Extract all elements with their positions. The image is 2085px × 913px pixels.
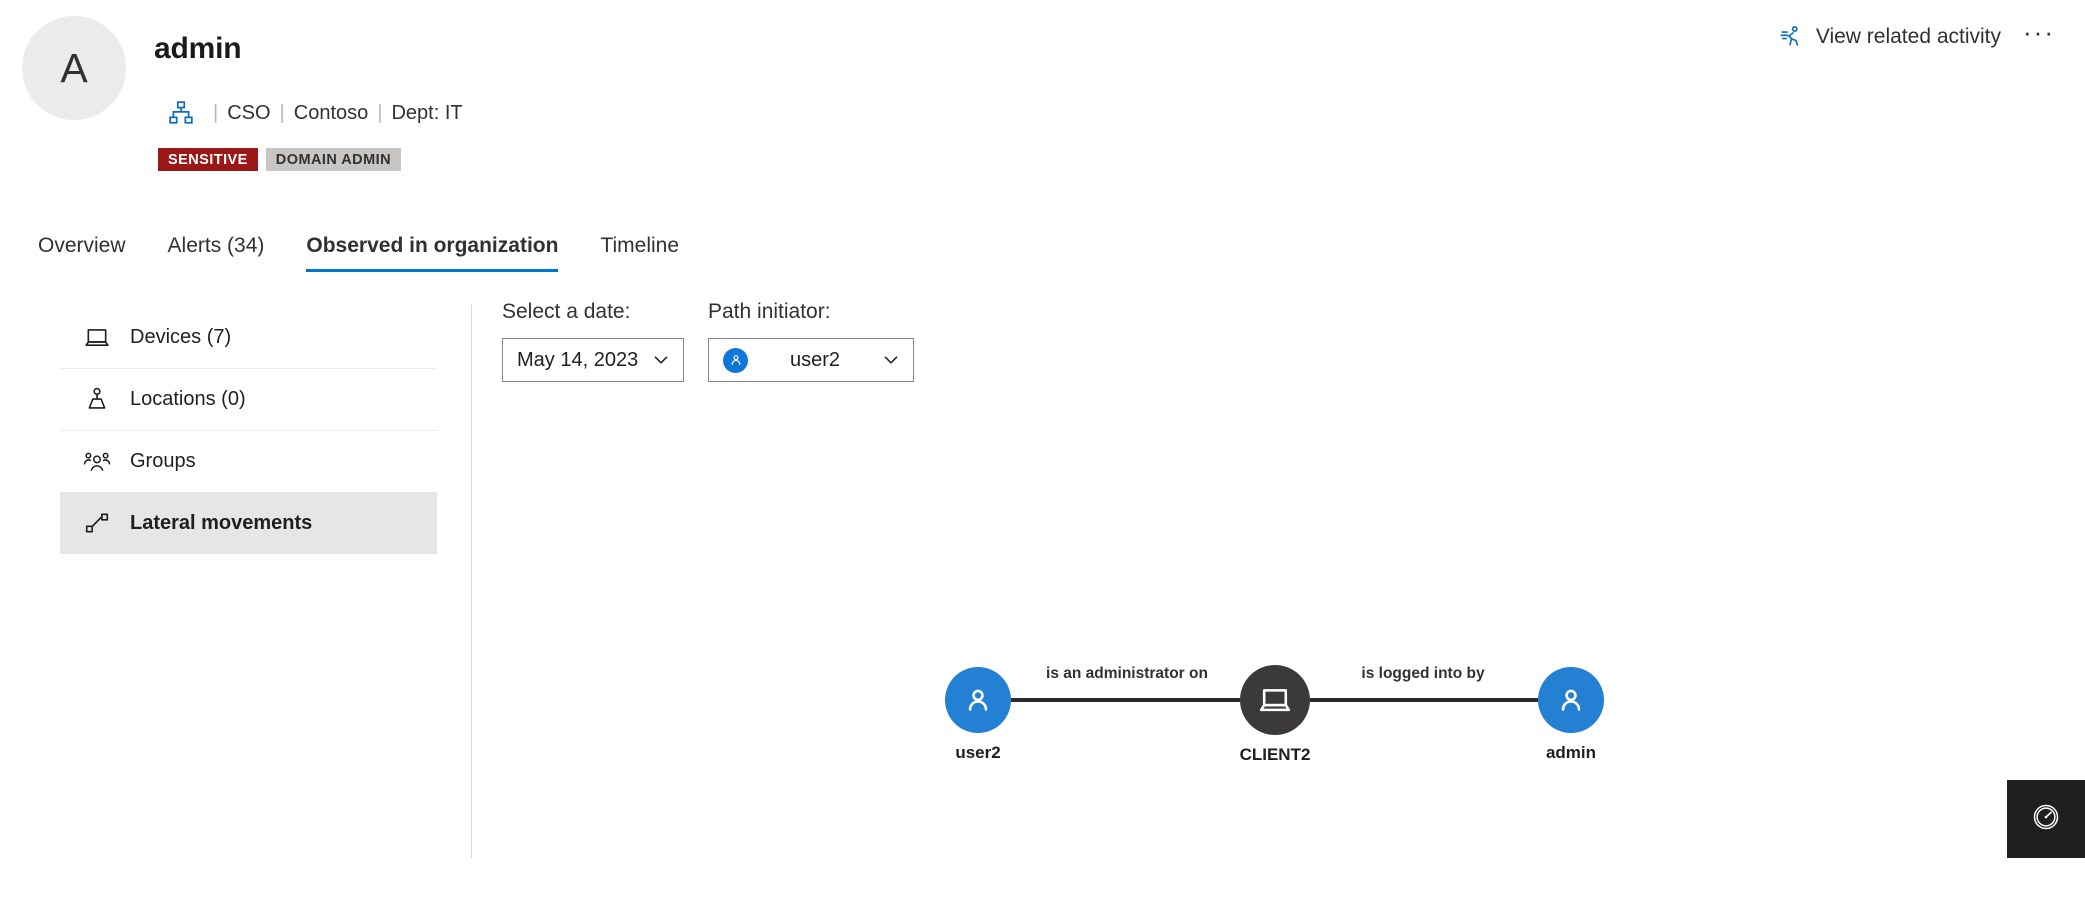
sidebar-item-locations[interactable]: Locations (0) — [60, 368, 437, 430]
graph-edge-label-logged-into: is logged into by — [1361, 665, 1485, 682]
graph-node-user2-label: user2 — [955, 743, 1000, 762]
date-filter-group: Select a date: May 14, 2023 — [502, 300, 684, 382]
meta-separator-3: | — [377, 101, 383, 124]
sidebar-item-groups-label: Groups — [130, 449, 196, 472]
graph-node-user2: user2 — [945, 667, 1011, 762]
tab-overview-label: Overview — [38, 234, 126, 257]
people-group-icon — [82, 446, 112, 476]
status-badge-domain-admin: DOMAIN ADMIN — [265, 148, 402, 171]
chevron-down-icon — [882, 351, 900, 369]
view-related-activity-label: View related activity — [1815, 25, 2002, 48]
sidebar-item-devices-label: Devices (7) — [130, 325, 232, 348]
tab-bar: Overview Alerts (34) Observed in organiz… — [0, 228, 700, 272]
speedometer-icon — [2031, 802, 2061, 837]
more-options-button[interactable]: ··· — [2017, 19, 2061, 49]
date-dropdown-value: May 14, 2023 — [517, 348, 639, 371]
identity-meta: | CSO | Contoso | Dept: IT — [168, 100, 463, 126]
observed-side-nav: Devices (7) Locations (0) Groups Lateral… — [60, 306, 437, 554]
sidebar-item-groups[interactable]: Groups — [60, 430, 437, 492]
page-header: A admin | CSO | Contoso | Dept: IT SENSI… — [0, 0, 2085, 200]
meta-department: Dept: IT — [391, 101, 463, 124]
header-actions: View related activity ··· — [1779, 19, 2061, 50]
path-initiator-dropdown[interactable]: user2 — [708, 338, 914, 382]
view-related-activity-button[interactable]: View related activity — [1779, 24, 2001, 50]
avatar: A — [22, 16, 126, 120]
graph-edge-label-administrator: is an administrator on — [1046, 665, 1208, 682]
tab-alerts-label: Alerts (34) — [167, 234, 265, 257]
graph-node-admin: admin — [1538, 667, 1604, 762]
sidebar-item-lateral-movements-label: Lateral movements — [130, 511, 313, 534]
running-person-icon — [1779, 24, 1805, 50]
avatar-initial: A — [60, 44, 88, 91]
content-divider — [471, 305, 472, 858]
lateral-movement-filters: Select a date: May 14, 2023 Path initiat… — [502, 300, 914, 382]
path-initiator-filter-group: Path initiator: user2 — [708, 300, 914, 382]
page-title: admin — [154, 32, 242, 65]
tab-alerts[interactable]: Alerts (34) — [147, 228, 286, 272]
tab-content-observed-in-organization: Devices (7) Locations (0) Groups Lateral… — [0, 300, 2085, 913]
path-initiator-label: Path initiator: — [708, 300, 831, 323]
org-chart-icon — [168, 100, 194, 126]
tab-observed-in-organization[interactable]: Observed in organization — [285, 228, 579, 272]
laptop-icon — [82, 322, 112, 352]
identity-badges: SENSITIVE DOMAIN ADMIN — [158, 148, 402, 171]
meta-company: Contoso — [293, 101, 369, 124]
chevron-down-icon — [652, 351, 670, 369]
date-dropdown[interactable]: May 14, 2023 — [502, 338, 684, 382]
graph-node-client2-label: CLIENT2 — [1240, 745, 1311, 764]
sidebar-item-lateral-movements[interactable]: Lateral movements — [60, 492, 437, 554]
lateral-movement-graph: is an administrator on is logged into by… — [880, 630, 1680, 800]
performance-widget-button[interactable] — [2007, 780, 2085, 858]
meta-role: CSO — [227, 101, 271, 124]
lateral-path-icon — [82, 508, 112, 538]
select-a-date-label: Select a date: — [502, 300, 631, 323]
tab-overview[interactable]: Overview — [34, 228, 147, 272]
path-initiator-value: user2 — [789, 348, 841, 371]
user-icon — [723, 347, 748, 373]
meta-separator-1: | — [213, 101, 219, 124]
status-badge-sensitive: SENSITIVE — [158, 148, 258, 171]
tab-timeline-label: Timeline — [600, 234, 680, 257]
tab-observed-in-organization-label: Observed in organization — [306, 234, 559, 257]
sidebar-item-devices[interactable]: Devices (7) — [60, 306, 437, 368]
identity-details-page: A admin | CSO | Contoso | Dept: IT SENSI… — [0, 0, 2085, 913]
graph-node-admin-label: admin — [1546, 743, 1596, 762]
tab-timeline[interactable]: Timeline — [579, 228, 700, 272]
sidebar-item-locations-label: Locations (0) — [130, 387, 246, 410]
graph-node-client2: CLIENT2 — [1240, 665, 1311, 764]
location-pin-icon — [82, 384, 112, 414]
meta-separator-2: | — [279, 101, 285, 124]
